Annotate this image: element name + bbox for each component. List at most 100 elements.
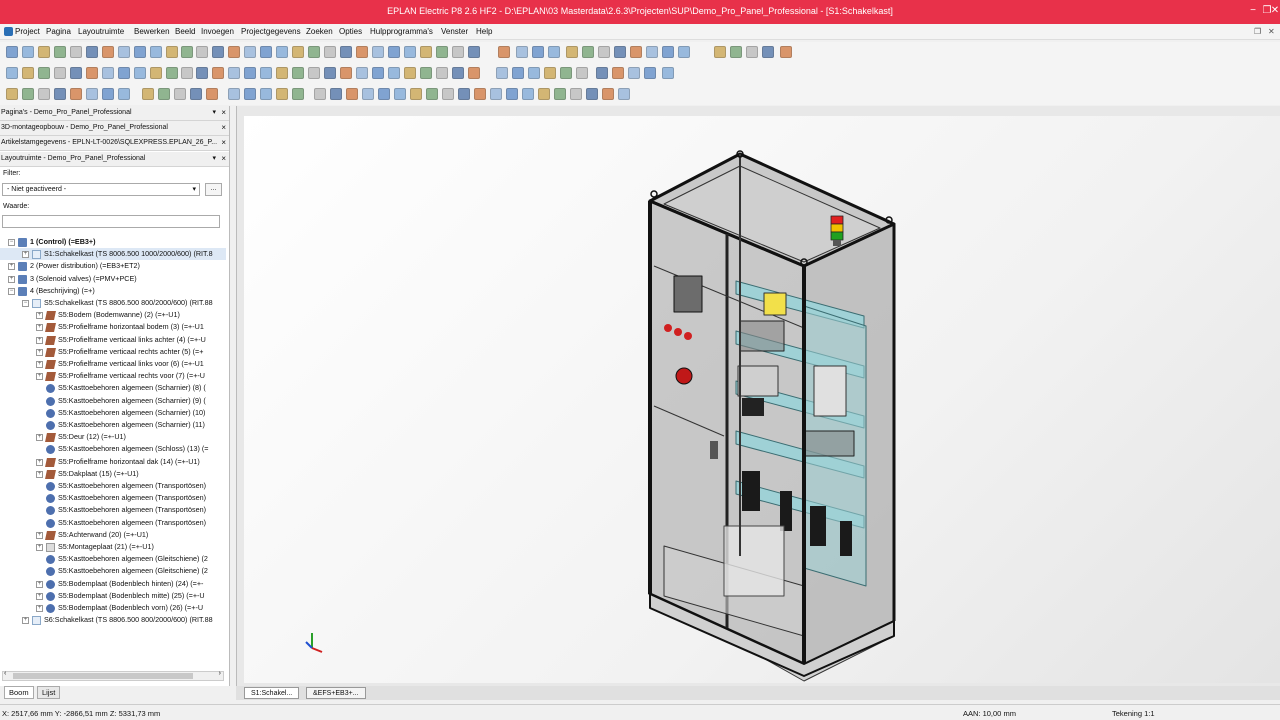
tree-row[interactable]: S5:Kasttoebehoren algemeen (Transportöse… bbox=[0, 504, 226, 516]
expand-icon[interactable]: + bbox=[36, 361, 43, 368]
toolbar-button[interactable] bbox=[38, 88, 50, 100]
toolbar-button[interactable] bbox=[22, 46, 34, 58]
toolbar-button[interactable] bbox=[516, 46, 528, 58]
close-icon[interactable]: ✕ bbox=[1270, 4, 1280, 18]
toolbar-button[interactable] bbox=[570, 88, 582, 100]
tree-row[interactable]: +3 (Solenoid valves) (=PMV+PCE) bbox=[0, 273, 226, 285]
close-icon[interactable]: × bbox=[221, 136, 226, 150]
toolbar-button[interactable] bbox=[150, 67, 162, 79]
menu-beeld[interactable]: Beeld bbox=[175, 27, 195, 36]
tree-row[interactable]: S5:Kasttoebehoren algemeen (Gleitschiene… bbox=[0, 553, 226, 565]
menu-project[interactable]: Project bbox=[15, 27, 40, 36]
expand-icon[interactable]: + bbox=[36, 434, 43, 442]
expand-icon[interactable]: + bbox=[36, 531, 43, 539]
tree-row[interactable]: + S5:Profielframe horizontaal bodem (3) (… bbox=[0, 321, 226, 333]
toolbar-button[interactable] bbox=[314, 88, 326, 100]
menu-help[interactable]: Help bbox=[476, 27, 492, 36]
toolbar-button[interactable] bbox=[528, 67, 540, 79]
expand-icon[interactable]: + bbox=[36, 312, 43, 320]
toolbar-button[interactable] bbox=[618, 88, 630, 100]
collapse-icon[interactable]: − bbox=[8, 287, 15, 295]
toolbar-button[interactable] bbox=[544, 67, 556, 79]
tree-row[interactable]: + S6:Schakelkast (TS 8806.500 800/2000/60… bbox=[0, 614, 226, 626]
filter-select[interactable]: - Niet geactiveerd - ▾ bbox=[2, 183, 200, 196]
toolbar-button[interactable] bbox=[276, 46, 288, 58]
toolbar-button[interactable] bbox=[628, 67, 640, 79]
toolbar-button[interactable] bbox=[532, 46, 544, 58]
toolbar-button[interactable] bbox=[196, 67, 208, 79]
toolbar-button[interactable] bbox=[244, 67, 256, 79]
toolbar-button[interactable] bbox=[404, 46, 416, 58]
tab-boom[interactable]: Boom bbox=[4, 686, 34, 699]
tree-row[interactable]: + S5:Profielframe verticaal rechts achter… bbox=[0, 346, 226, 358]
panel-title-layout[interactable]: Layoutruimte - Demo_Pro_Panel_Profession… bbox=[0, 152, 229, 167]
toolbar-button[interactable] bbox=[506, 88, 518, 100]
toolbar-button[interactable] bbox=[196, 46, 208, 58]
toolbar-button[interactable] bbox=[388, 46, 400, 58]
tree-row[interactable]: + S5:Bodemplaat (Bodenblech vorn) (26) (=… bbox=[0, 602, 226, 614]
toolbar-button[interactable] bbox=[118, 46, 130, 58]
tree-row[interactable]: + S1:Schakelkast (TS 8006.500 1000/2000/6… bbox=[0, 248, 226, 261]
toolbar-button[interactable] bbox=[582, 46, 594, 58]
toolbar-button[interactable] bbox=[38, 67, 50, 79]
toolbar-button[interactable] bbox=[260, 67, 272, 79]
toolbar-button[interactable] bbox=[86, 88, 98, 100]
menu-hulpprogrammas[interactable]: Hulpprogramma's bbox=[370, 27, 433, 36]
toolbar-button[interactable] bbox=[150, 46, 162, 58]
toolbar-button[interactable] bbox=[586, 88, 598, 100]
tree-row[interactable]: + S5:Bodem (Bodemwanne) (2) (=+-U1) bbox=[0, 309, 226, 321]
toolbar-button[interactable] bbox=[244, 88, 256, 100]
tree-row[interactable]: + S5:Achterwand (20) (=+-U1) bbox=[0, 529, 226, 541]
toolbar-button[interactable] bbox=[436, 46, 448, 58]
tree-row[interactable]: − S5:Schakelkast (TS 8806.500 800/2000/60… bbox=[0, 297, 226, 309]
tree-row[interactable]: + S5:Montageplaat (21) (=+-U1) bbox=[0, 541, 226, 553]
tree-row[interactable]: − 1 (Control) (=EB3+) bbox=[0, 236, 226, 248]
toolbar-button[interactable] bbox=[548, 46, 560, 58]
tree-row[interactable]: + S5:Profielframe verticaal links achter … bbox=[0, 334, 226, 346]
toolbar-button[interactable] bbox=[496, 67, 508, 79]
toolbar-button[interactable] bbox=[356, 67, 368, 79]
tree-row[interactable]: S5:Kasttoebehoren algemeen (Gleitschiene… bbox=[0, 565, 226, 577]
tab-s1-schakelkast[interactable]: S1:Schakel... bbox=[244, 687, 300, 699]
scroll-left-icon[interactable]: ‹ bbox=[4, 670, 6, 677]
toolbar-button[interactable] bbox=[324, 67, 336, 79]
toolbar-button[interactable] bbox=[212, 67, 224, 79]
pin-icon[interactable]: ▾ bbox=[212, 106, 216, 120]
toolbar-button[interactable] bbox=[134, 67, 146, 79]
tree-row[interactable]: + S5:Profielframe verticaal links voor (6… bbox=[0, 358, 226, 370]
collapse-icon[interactable]: − bbox=[22, 300, 29, 307]
toolbar-button[interactable] bbox=[566, 46, 578, 58]
toolbar-button[interactable] bbox=[404, 67, 416, 79]
close-icon[interactable]: × bbox=[221, 121, 226, 135]
3d-viewport[interactable] bbox=[244, 116, 1280, 683]
tree-row[interactable]: S5:Kasttoebehoren algemeen (Scharnier) (… bbox=[0, 407, 226, 419]
toolbar-button[interactable] bbox=[181, 67, 193, 79]
expand-icon[interactable]: + bbox=[8, 275, 15, 283]
value-input[interactable] bbox=[2, 215, 220, 228]
expand-icon[interactable]: + bbox=[36, 373, 43, 381]
toolbar-button[interactable] bbox=[498, 46, 510, 58]
toolbar-button[interactable] bbox=[644, 67, 656, 79]
menu-pagina[interactable]: Pagina bbox=[46, 27, 71, 36]
toolbar-button[interactable] bbox=[762, 46, 774, 58]
toolbar-button[interactable] bbox=[244, 46, 256, 58]
toolbar-button[interactable] bbox=[630, 46, 642, 58]
toolbar-button[interactable] bbox=[158, 88, 170, 100]
expand-icon[interactable]: + bbox=[36, 324, 43, 332]
toolbar-button[interactable] bbox=[70, 46, 82, 58]
toolbar-button[interactable] bbox=[190, 88, 202, 100]
toolbar-button[interactable] bbox=[166, 46, 178, 58]
tree-row[interactable]: − 4 (Beschrijving) (=+) bbox=[0, 285, 226, 297]
toolbar-button[interactable] bbox=[308, 67, 320, 79]
toolbar-button[interactable] bbox=[714, 46, 726, 58]
toolbar-button[interactable] bbox=[54, 46, 66, 58]
toolbar-button[interactable] bbox=[260, 88, 272, 100]
toolbar-button[interactable] bbox=[324, 46, 336, 58]
expand-icon[interactable]: + bbox=[36, 605, 43, 612]
toolbar-button[interactable] bbox=[292, 46, 304, 58]
toolbar-button[interactable] bbox=[86, 67, 98, 79]
toolbar-button[interactable] bbox=[730, 46, 742, 58]
toolbar-button[interactable] bbox=[70, 88, 82, 100]
toolbar-button[interactable] bbox=[458, 88, 470, 100]
panel-title-pages[interactable]: Pagina's - Demo_Pro_Panel_Professional ▾ × bbox=[0, 106, 229, 121]
